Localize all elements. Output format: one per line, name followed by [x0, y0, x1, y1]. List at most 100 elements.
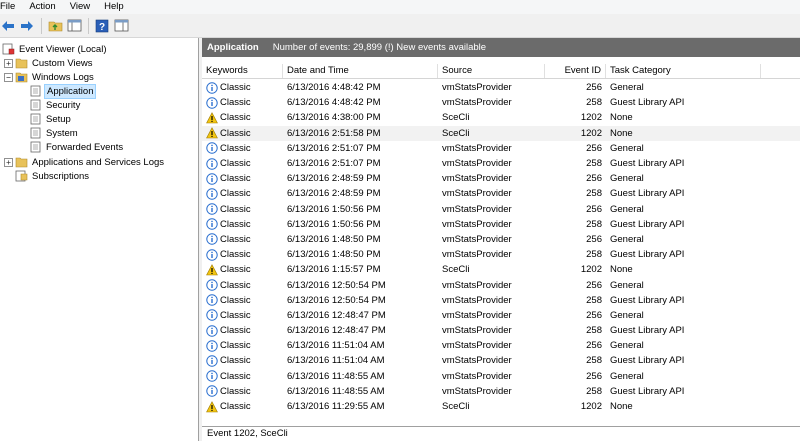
task-category-cell: Guest Library API: [610, 385, 685, 397]
tree-item-security[interactable]: Security: [29, 98, 82, 112]
menu-help[interactable]: Help: [97, 0, 131, 14]
source-cell: vmStatsProvider: [442, 82, 512, 94]
event-id-cell: 258: [586, 355, 602, 367]
event-id-cell: 258: [586, 218, 602, 230]
event-row[interactable]: Classic 6/13/2016 2:51:58 PM SceCli 1202 Non…: [202, 125, 800, 141]
properties-icon[interactable]: [113, 18, 129, 34]
tree-item-system[interactable]: System: [29, 126, 80, 140]
source-cell: vmStatsProvider: [442, 158, 512, 170]
up-folder-icon[interactable]: [47, 18, 63, 34]
back-icon[interactable]: [0, 18, 16, 34]
event-row[interactable]: Classic 6/13/2016 11:51:04 AM vmStatsProvi…: [202, 353, 800, 368]
column-date-time[interactable]: Date and Time: [283, 64, 438, 78]
date-time-cell: 6/13/2016 1:48:50 PM: [287, 249, 381, 261]
keywords-text: Classic: [220, 370, 251, 382]
event-row[interactable]: Classic 6/13/2016 1:15:57 PM SceCli 1202 Non…: [202, 262, 800, 277]
task-category-cell: Guest Library API: [610, 355, 685, 367]
event-id-cell: 258: [586, 249, 602, 261]
keywords-cell: Classic: [202, 202, 283, 217]
keywords-cell: Classic: [202, 384, 283, 399]
menu-file[interactable]: File: [0, 0, 22, 14]
help-icon[interactable]: ?: [94, 18, 110, 34]
tree-item-setup[interactable]: Setup: [29, 112, 73, 126]
event-id-cell: 256: [586, 173, 602, 185]
event-row[interactable]: Classic 6/13/2016 4:38:00 PM SceCli 1202 Non…: [202, 110, 800, 125]
subscriptions-icon: [15, 170, 28, 182]
task-category-cell: None: [610, 112, 633, 124]
keywords-cell: Classic: [202, 399, 283, 414]
event-row[interactable]: Classic 6/13/2016 11:48:55 AM vmStatsProvi…: [202, 384, 800, 399]
keywords-text: Classic: [220, 188, 251, 200]
task-category-cell: None: [610, 264, 633, 276]
event-row[interactable]: Classic 6/13/2016 2:51:07 PM vmStatsProvid…: [202, 156, 800, 171]
event-row[interactable]: Classic 6/13/2016 2:48:59 PM vmStatsProvid…: [202, 186, 800, 201]
event-row[interactable]: Classic 6/13/2016 4:48:42 PM vmStatsProvid…: [202, 95, 800, 110]
event-row[interactable]: Classic 6/13/2016 1:50:56 PM vmStatsProvid…: [202, 217, 800, 232]
toolbar-separator: [88, 17, 89, 34]
date-time-cell: 6/13/2016 11:51:04 AM: [287, 355, 385, 367]
event-row[interactable]: Classic 6/13/2016 1:50:56 PM vmStatsProvid…: [202, 202, 800, 217]
tree-item-event-viewer[interactable]: Event Viewer (Local): [2, 42, 108, 56]
expand-icon[interactable]: +: [4, 58, 13, 68]
task-category-cell: General: [610, 279, 644, 291]
task-category-cell: General: [610, 309, 644, 321]
forward-icon[interactable]: [19, 18, 35, 34]
keywords-cell: Classic: [202, 95, 283, 110]
event-row[interactable]: Classic 6/13/2016 12:48:47 PM vmStatsProvi…: [202, 308, 800, 323]
event-row[interactable]: Classic 6/13/2016 11:48:55 AM vmStatsProvi…: [202, 369, 800, 384]
menu-view[interactable]: View: [63, 0, 97, 14]
column-event-id[interactable]: Event ID: [545, 64, 606, 78]
show-hide-tree-icon[interactable]: [66, 18, 82, 34]
source-cell: vmStatsProvider: [442, 279, 512, 291]
tree-item-application[interactable]: Application: [29, 83, 97, 99]
collapse-icon[interactable]: −: [4, 72, 13, 82]
tree-item-windows-logs[interactable]: − Windows Logs: [4, 70, 96, 84]
event-row[interactable]: Classic 6/13/2016 2:51:07 PM vmStatsProvid…: [202, 141, 800, 156]
event-row[interactable]: Classic 6/13/2016 12:50:54 PM vmStatsProvi…: [202, 293, 800, 308]
event-row[interactable]: Classic 6/13/2016 12:50:54 PM vmStatsProvi…: [202, 277, 800, 292]
warning-icon: [206, 112, 220, 124]
column-source[interactable]: Source: [438, 64, 545, 78]
date-time-cell: 6/13/2016 11:48:55 AM: [287, 385, 385, 397]
source-cell: vmStatsProvider: [442, 385, 512, 397]
date-time-cell: 6/13/2016 1:50:56 PM: [287, 203, 381, 215]
event-row[interactable]: Classic 6/13/2016 1:48:50 PM vmStatsProvid…: [202, 247, 800, 262]
keywords-cell: Classic: [202, 186, 283, 201]
information-icon: [206, 188, 220, 200]
tree-item-custom-views[interactable]: + Custom Views: [4, 56, 95, 70]
warning-icon: [206, 400, 220, 413]
source-cell: vmStatsProvider: [442, 173, 512, 185]
tree-item-apps-services-logs[interactable]: + Applications and Services Logs: [4, 155, 166, 169]
menu-action[interactable]: Action: [22, 0, 62, 14]
keywords-text: Classic: [220, 340, 251, 352]
information-icon: [206, 173, 220, 185]
tree-item-subscriptions[interactable]: Subscriptions: [15, 169, 91, 183]
keywords-cell: Classic: [202, 141, 283, 156]
event-row[interactable]: Classic 6/13/2016 12:48:47 PM vmStatsProvi…: [202, 323, 800, 338]
date-time-cell: 6/13/2016 4:48:42 PM: [287, 97, 381, 109]
date-time-cell: 6/13/2016 2:48:59 PM: [287, 188, 381, 200]
date-time-cell: 6/13/2016 2:48:59 PM: [287, 173, 381, 185]
event-row[interactable]: Classic 6/13/2016 4:48:42 PM vmStatsProvid…: [202, 80, 800, 95]
source-cell: SceCli: [442, 401, 470, 413]
folder-icon: [15, 157, 28, 168]
event-id-cell: 258: [586, 188, 602, 200]
tree-item-forwarded-events[interactable]: Forwarded Events: [29, 140, 125, 154]
event-row[interactable]: Classic 6/13/2016 2:48:59 PM vmStatsProvid…: [202, 171, 800, 186]
information-icon: [206, 309, 220, 322]
event-row[interactable]: Classic 6/13/2016 11:51:04 AM vmStatsProvi…: [202, 338, 800, 353]
column-task-category[interactable]: Task Category: [606, 64, 761, 78]
menu-bar: File Action View Help: [0, 0, 800, 14]
information-icon: [206, 294, 220, 306]
event-row[interactable]: Classic 6/13/2016 1:48:50 PM vmStatsProvid…: [202, 232, 800, 247]
information-icon: [206, 324, 220, 337]
source-cell: vmStatsProvider: [442, 188, 512, 200]
column-keywords[interactable]: Keywords: [202, 64, 283, 78]
task-category-cell: Guest Library API: [610, 218, 685, 230]
date-time-cell: 6/13/2016 2:51:58 PM: [287, 127, 381, 139]
log-icon: [30, 141, 41, 153]
event-row[interactable]: Classic 6/13/2016 11:29:55 AM SceCli 1202 No…: [202, 399, 800, 414]
task-category-cell: General: [610, 142, 644, 154]
date-time-cell: 6/13/2016 11:29:55 AM: [287, 401, 385, 413]
expand-icon[interactable]: +: [4, 157, 13, 167]
